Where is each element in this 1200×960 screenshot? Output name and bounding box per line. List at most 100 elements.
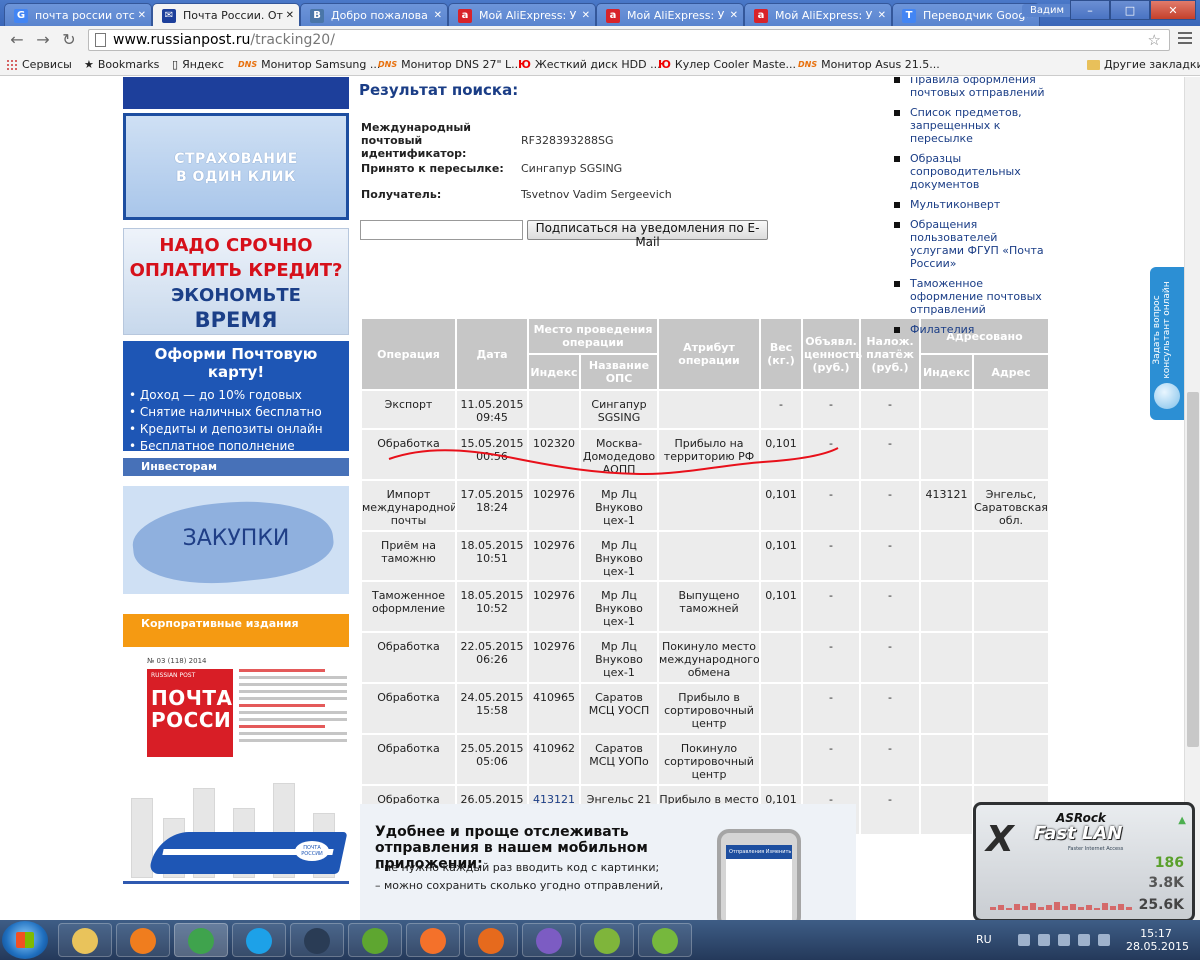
cell-weight xyxy=(759,733,804,786)
skype-icon xyxy=(246,928,272,954)
x-logo-icon: X xyxy=(986,819,1014,860)
close-window-button[interactable]: ✕ xyxy=(1150,0,1196,20)
tab-close-icon[interactable]: ✕ xyxy=(286,4,294,26)
right-link[interactable]: Обращения пользователей услугами ФГУП «П… xyxy=(894,218,1054,270)
bookmark-item[interactable]: DNS Монитор Asus 21.5... xyxy=(798,57,940,73)
cell-declared-value: - xyxy=(801,581,862,634)
browser-tab[interactable]: a Мой AliExpress: У ✕ xyxy=(448,3,596,26)
bookmark-item[interactable]: DNS Монитор DNS 27" L... xyxy=(378,57,522,73)
right-link[interactable]: Список предметов, запрещенных к пересылк… xyxy=(894,106,1054,145)
bookmark-item[interactable]: Сервисы xyxy=(6,57,72,73)
bookmark-item[interactable]: ★ Bookmarks xyxy=(84,57,159,73)
promo-bullet: – не нужно каждый раз вводить код с карт… xyxy=(375,861,660,874)
taskbar-button[interactable] xyxy=(58,923,112,957)
bookmark-item[interactable]: Ю Кулер Cooler Maste... xyxy=(658,57,796,73)
traffic-bar xyxy=(990,907,996,910)
subscribe-email-button[interactable]: Подписаться на уведомления по E-Mail xyxy=(527,220,768,249)
chrome-menu-icon[interactable] xyxy=(1178,32,1192,47)
taskbar-button[interactable] xyxy=(638,923,692,957)
tab-close-icon[interactable]: ✕ xyxy=(434,4,442,26)
asrock-xfast-widget[interactable]: X ASRock Fast LAN Faster Internet Access… xyxy=(973,802,1195,922)
tab-close-icon[interactable]: ✕ xyxy=(730,4,738,26)
right-link[interactable]: Филателия xyxy=(894,323,1054,336)
widget-value-download: 25.6K xyxy=(1138,897,1184,913)
taskbar-button[interactable] xyxy=(290,923,344,957)
url-host: www.russianpost.ru xyxy=(113,32,251,48)
cell-operation: Импорт международной почты xyxy=(360,479,457,532)
right-link[interactable]: Правила оформления почтовых отправлений xyxy=(894,77,1054,99)
cell-weight: 0,101 xyxy=(759,581,804,634)
browser-tab[interactable]: ✉ Почта России. От ✕ xyxy=(152,3,300,26)
minimize-button[interactable]: – xyxy=(1070,0,1110,20)
taskbar-button[interactable] xyxy=(116,923,170,957)
bookmark-item[interactable]: DNS Монитор Samsung ... xyxy=(238,57,380,73)
tab-close-icon[interactable]: ✕ xyxy=(878,4,886,26)
maximize-button[interactable]: □ xyxy=(1110,0,1150,20)
bookmark-label: Монитор DNS 27" L... xyxy=(401,58,522,71)
cell-date: 17.05.2015 18:24 xyxy=(455,479,529,532)
language-indicator[interactable]: RU xyxy=(976,933,992,946)
taskbar-button[interactable] xyxy=(522,923,576,957)
browser-tab[interactable]: В Добро пожалова ✕ xyxy=(300,3,448,26)
email-input[interactable] xyxy=(360,220,523,240)
header-place: Место проведения операции xyxy=(526,317,660,355)
tab-close-icon[interactable]: ✕ xyxy=(582,4,590,26)
consultant-tab[interactable]: Задать вопрос консультант онлайн xyxy=(1150,267,1184,420)
right-link[interactable]: Таможенное оформление почтовых отправлен… xyxy=(894,277,1054,316)
tab-close-icon[interactable]: ✕ xyxy=(138,4,146,26)
clock-time: 15:17 xyxy=(1140,927,1172,940)
volume-icon[interactable] xyxy=(1078,934,1090,946)
reload-icon[interactable]: ↻ xyxy=(58,30,80,50)
browser-tab[interactable]: TПереводчик Goog✕ xyxy=(892,3,1040,26)
postal-card-item: • Бесплатное пополнение xyxy=(129,439,295,453)
tray-arrow-icon[interactable] xyxy=(1018,934,1030,946)
magazine-cover[interactable]: № 03 (118) 2014 RUSSIAN POST ПОЧТА РОССИ… xyxy=(147,657,347,767)
back-icon[interactable]: ← xyxy=(6,30,28,50)
forward-icon[interactable]: → xyxy=(32,30,54,50)
power-icon[interactable] xyxy=(1098,934,1110,946)
tray-flag-icon[interactable] xyxy=(1038,934,1050,946)
cell-ops-name: Саратов МСЦ УОПо xyxy=(578,733,660,786)
insurance-banner[interactable]: СТРАХОВАНИЕ В ОДИН КЛИК xyxy=(123,113,349,220)
network-icon[interactable] xyxy=(1058,934,1070,946)
postal-card-banner[interactable]: Оформи Почтовую карту! • Доход — до 10% … xyxy=(123,341,349,453)
taskbar-button[interactable] xyxy=(406,923,460,957)
start-button[interactable] xyxy=(2,921,48,959)
taskbar-button[interactable] xyxy=(580,923,634,957)
taskbar-button[interactable] xyxy=(174,923,228,957)
credit-banner[interactable]: НАДО СРОЧНО ОПЛАТИТЬ КРЕДИТ? ЭКОНОМЬТЕ В… xyxy=(123,228,349,335)
profile-button[interactable]: Вадим xyxy=(1022,4,1072,17)
top-banner[interactable] xyxy=(123,77,349,109)
cell-address xyxy=(972,429,1051,481)
train-illustration: ПОЧТА РОССИИ xyxy=(123,777,349,912)
browser-tab[interactable]: a Мой AliExpress: У ✕ xyxy=(744,3,892,26)
corporate-editions-link[interactable]: Корпоративные издания xyxy=(123,614,349,647)
procurement-banner[interactable]: ЗАКУПКИ xyxy=(123,486,349,594)
credit-line-4: ВРЕМЯ xyxy=(194,308,278,332)
download-icon xyxy=(594,928,620,954)
traffic-bar xyxy=(1094,908,1100,910)
taskbar-button[interactable] xyxy=(232,923,286,957)
taskbar-button[interactable] xyxy=(464,923,518,957)
vertical-scrollbar[interactable] xyxy=(1184,77,1200,920)
scrollbar-thumb[interactable] xyxy=(1187,392,1199,747)
cell-cod: - xyxy=(859,530,922,583)
other-bookmarks[interactable]: Другие закладки xyxy=(1087,57,1200,73)
browser-tab[interactable]: Gпочта россии отс ✕ xyxy=(4,3,152,26)
traffic-bar xyxy=(1006,908,1012,910)
clock[interactable]: 15:17 28.05.2015 xyxy=(1126,927,1189,953)
bookmark-star-icon[interactable]: ☆ xyxy=(1148,30,1161,50)
investors-link[interactable]: Инвесторам xyxy=(123,458,349,476)
taskbar-button[interactable] xyxy=(348,923,402,957)
right-link[interactable]: Образцы сопроводительных документов xyxy=(894,152,1054,191)
cell-ops-name: Мр Лц Внуково цех-1 xyxy=(578,530,660,583)
right-link[interactable]: Мультиконверт xyxy=(894,198,1054,211)
browser-tab[interactable]: a Мой AliExpress: У ✕ xyxy=(596,3,744,26)
apps-icon xyxy=(6,59,18,71)
tracking-table: Операция Дата Место проведения операции … xyxy=(360,317,1051,837)
bookmark-item[interactable]: ▯ Яндекс xyxy=(172,57,224,73)
cell-cod: - xyxy=(859,479,922,532)
bookmark-item[interactable]: Ю Жесткий диск HDD ... xyxy=(518,57,661,73)
accepted-label: Принято к пересылке: xyxy=(361,162,504,175)
address-bar[interactable]: www.russianpost.ru/tracking20/ ☆ xyxy=(88,29,1170,51)
